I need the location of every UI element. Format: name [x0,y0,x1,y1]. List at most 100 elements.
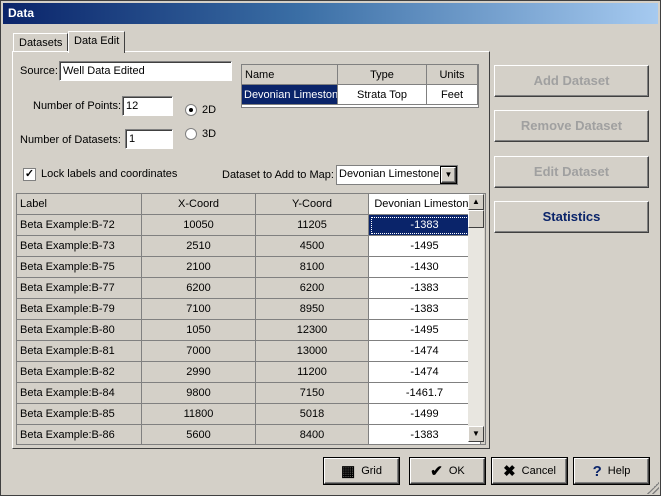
radio-3d[interactable] [185,128,197,140]
grid-cell-x[interactable]: 7100 [142,299,256,320]
table-row[interactable]: Beta Example:B-84 9800 7150 -1461.7 [17,383,481,404]
help-icon: ? [592,462,602,480]
grid-cell-label[interactable]: Beta Example:B-81 [17,341,142,362]
grid-button[interactable]: ▦ Grid [324,458,399,484]
help-button[interactable]: ? Help [574,458,649,484]
edit-dataset-button[interactable]: Edit Dataset [494,156,649,188]
data-grid: Label X-Coord Y-Coord Devonian Limestone… [16,193,486,445]
grid-button-label: Grid [361,465,382,477]
table-row[interactable]: Beta Example:B-77 6200 6200 -1383 [17,278,481,299]
cancel-button[interactable]: ✖ Cancel [492,458,567,484]
source-input[interactable]: Well Data Edited [59,61,232,81]
grid-cell-x[interactable]: 2990 [142,362,256,383]
grid-cell-y[interactable]: 8400 [256,425,369,444]
grid-cell-devonian[interactable]: -1383 [369,425,481,444]
grid-cell-y[interactable]: 12300 [256,320,369,341]
grid-cell-x[interactable]: 2100 [142,257,256,278]
grid-cell-devonian[interactable]: -1383 [369,278,481,299]
grid-cell-label[interactable]: Beta Example:B-84 [17,383,142,404]
grid-cell-label[interactable]: Beta Example:B-75 [17,257,142,278]
dataset-units-cell[interactable]: Feet [427,85,478,105]
grid-cell-x[interactable]: 11800 [142,404,256,425]
grid-cell-label[interactable]: Beta Example:B-86 [17,425,142,444]
table-row[interactable]: Beta Example:B-79 7100 8950 -1383 [17,299,481,320]
dataset-type-cell[interactable]: Strata Top [338,85,427,105]
table-row[interactable]: Beta Example:B-85 11800 5018 -1499 [17,404,481,425]
grid-cell-label[interactable]: Beta Example:B-73 [17,236,142,257]
grid-header-y[interactable]: Y-Coord [256,194,369,215]
statistics-button[interactable]: Statistics [494,201,649,233]
add-dataset-button[interactable]: Add Dataset [494,65,649,97]
add-dataset-select[interactable]: Devonian Limestone ▼ [336,165,458,185]
points-input[interactable]: 12 [122,96,173,116]
table-row[interactable]: Beta Example:B-72 10050 11205 -1383 [17,215,481,236]
grid-cell-x[interactable]: 9800 [142,383,256,404]
grid-cell-devonian[interactable]: -1461.7 [369,383,481,404]
table-row[interactable]: Beta Example:B-86 5600 8400 -1383 [17,425,481,444]
data-dialog: Data Datasets Data Edit Source: Well Dat… [0,0,661,496]
cancel-button-label: Cancel [521,465,556,477]
resize-grip-icon[interactable] [647,482,659,494]
grid-cell-label[interactable]: Beta Example:B-79 [17,299,142,320]
grid-cell-label[interactable]: Beta Example:B-72 [17,215,142,236]
grid-cell-y[interactable]: 8950 [256,299,369,320]
scroll-up-icon[interactable]: ▲ [468,194,484,210]
grid-cell-y[interactable]: 13000 [256,341,369,362]
grid-cell-devonian[interactable]: -1474 [369,341,481,362]
grid-cell-devonian[interactable]: -1495 [369,320,481,341]
header-name: Name [242,65,338,85]
radio-2d[interactable] [185,104,197,116]
grid-cell-y[interactable]: 8100 [256,257,369,278]
grid-cell-x[interactable]: 1050 [142,320,256,341]
title-bar[interactable]: Data [3,3,658,24]
lock-checkbox[interactable]: ✓ [23,168,36,181]
grid-cell-label[interactable]: Beta Example:B-77 [17,278,142,299]
ok-button[interactable]: ✔ OK [410,458,485,484]
window-title: Data [8,6,35,20]
grid-scrollbar[interactable]: ▲ ▼ [468,194,484,442]
table-row[interactable]: Beta Example:B-80 1050 12300 -1495 [17,320,481,341]
grid-cell-devonian[interactable]: -1383 [369,299,481,320]
grid-cell-label[interactable]: Beta Example:B-80 [17,320,142,341]
dataset-name-cell[interactable]: Devonian Limeston [242,85,338,105]
grid-cell-devonian[interactable]: -1474 [369,362,481,383]
header-type: Type [338,65,427,85]
radio-3d-label: 3D [202,128,217,140]
grid-icon: ▦ [341,462,356,480]
radio-2d-label: 2D [202,104,217,116]
grid-cell-devonian[interactable]: -1495 [369,236,481,257]
grid-cell-label[interactable]: Beta Example:B-85 [17,404,142,425]
grid-cell-y[interactable]: 5018 [256,404,369,425]
grid-cell-x[interactable]: 6200 [142,278,256,299]
grid-header-label[interactable]: Label [17,194,142,215]
grid-cell-y[interactable]: 11205 [256,215,369,236]
help-button-label: Help [607,465,631,477]
table-row[interactable]: Beta Example:B-81 7000 13000 -1474 [17,341,481,362]
tab-data-edit[interactable]: Data Edit [68,31,126,53]
grid-cell-devonian[interactable]: -1430 [369,257,481,278]
tab-datasets[interactable]: Datasets [13,33,69,52]
grid-header-x[interactable]: X-Coord [142,194,256,215]
grid-cell-y[interactable]: 7150 [256,383,369,404]
grid-cell-y[interactable]: 6200 [256,278,369,299]
grid-cell-x[interactable]: 10050 [142,215,256,236]
grid-header-devonian[interactable]: Devonian Limestone [369,194,481,215]
table-row[interactable]: Beta Example:B-73 2510 4500 -1495 [17,236,481,257]
grid-cell-y[interactable]: 4500 [256,236,369,257]
remove-dataset-button[interactable]: Remove Dataset [494,110,649,142]
source-label: Source: [20,65,58,77]
datasets-input[interactable]: 1 [125,129,173,149]
grid-cell-x[interactable]: 2510 [142,236,256,257]
grid-cell-x[interactable]: 5600 [142,425,256,444]
grid-cell-devonian[interactable]: -1499 [369,404,481,425]
grid-cell-devonian[interactable]: -1383 [369,215,481,236]
chevron-down-icon[interactable]: ▼ [441,167,456,183]
grid-cell-x[interactable]: 7000 [142,341,256,362]
scroll-thumb[interactable] [468,210,484,228]
table-row[interactable]: Beta Example:B-75 2100 8100 -1430 [17,257,481,278]
scroll-down-icon[interactable]: ▼ [468,426,484,442]
grid-cell-y[interactable]: 11200 [256,362,369,383]
grid-cell-label[interactable]: Beta Example:B-82 [17,362,142,383]
table-row[interactable]: Beta Example:B-82 2990 11200 -1474 [17,362,481,383]
dataset-table-row[interactable]: Devonian Limeston Strata Top Feet [242,85,478,105]
